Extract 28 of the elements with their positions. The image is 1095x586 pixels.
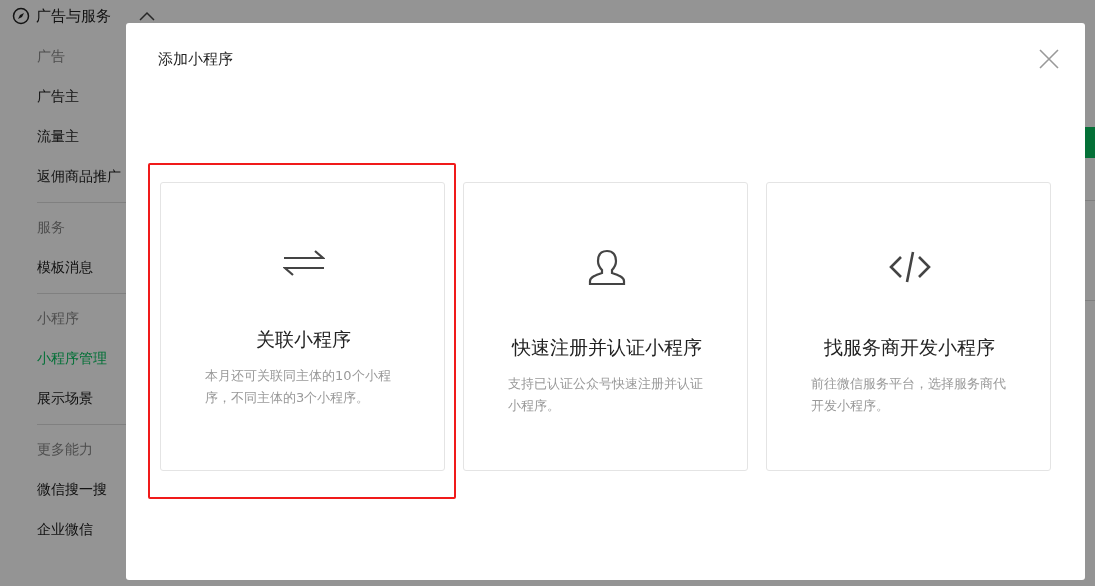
code-icon xyxy=(887,249,932,285)
dialog-title: 添加小程序 xyxy=(158,49,233,69)
option-description: 前往微信服务平台，选择服务商代开发小程序。 xyxy=(811,375,1007,415)
sidebar-section-title: 更多能力 xyxy=(37,440,93,459)
option-card[interactable]: 快速注册并认证小程序 支持已认证公众号快速注册并认证小程序。 xyxy=(463,182,748,471)
sidebar-item[interactable]: 广告主 xyxy=(37,77,79,117)
sidebar-item[interactable]: 模板消息 xyxy=(37,248,93,288)
sidebar-section-title: 广告 xyxy=(37,47,65,66)
compass-icon xyxy=(12,7,30,25)
option-title: 快速注册并认证小程序 xyxy=(511,335,702,360)
sidebar-item[interactable]: 流量主 xyxy=(37,117,79,157)
chevron-up-icon[interactable] xyxy=(139,11,155,21)
close-button[interactable] xyxy=(1038,48,1060,70)
sidebar-item[interactable]: 展示场景 xyxy=(37,379,93,419)
sidebar-item[interactable]: 企业微信 xyxy=(37,510,93,550)
option-description: 支持已认证公众号快速注册并认证小程序。 xyxy=(508,375,704,415)
section-header[interactable]: 广告与服务 xyxy=(36,6,111,26)
user-icon xyxy=(586,249,627,285)
swap-arrows-icon xyxy=(282,249,325,277)
option-title: 找服务商开发小程序 xyxy=(824,335,995,360)
sidebar-section-title: 服务 xyxy=(37,218,65,237)
option-description: 本月还可关联同主体的10个小程序，不同主体的3个小程序。 xyxy=(205,367,392,407)
option-card[interactable]: 找服务商开发小程序 前往微信服务平台，选择服务商代开发小程序。 xyxy=(766,182,1051,471)
option-title: 关联小程序 xyxy=(256,327,351,352)
sidebar-item[interactable]: 微信搜一搜 xyxy=(37,470,107,510)
sidebar-section-title: 小程序 xyxy=(37,309,79,328)
option-card[interactable]: 关联小程序 本月还可关联同主体的10个小程序，不同主体的3个小程序。 xyxy=(160,182,445,471)
sidebar-item[interactable]: 返佣商品推广 xyxy=(37,157,121,197)
